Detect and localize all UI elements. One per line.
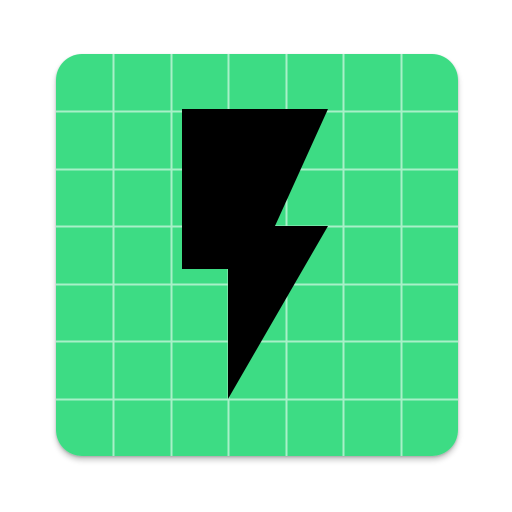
app-icon-canvas: [0, 0, 512, 512]
app-icon[interactable]: [56, 54, 458, 456]
app-icon-graphic: [56, 54, 458, 456]
